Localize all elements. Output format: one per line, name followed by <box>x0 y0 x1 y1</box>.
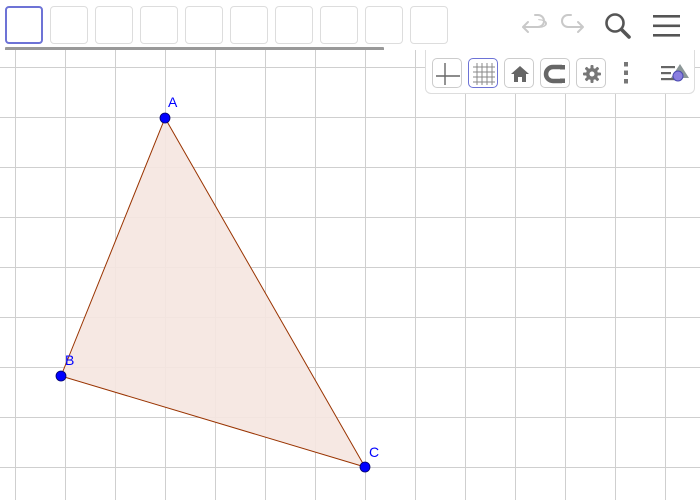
undo-button[interactable] <box>519 10 551 42</box>
point-A-label: A <box>168 94 178 110</box>
point-capturing-button[interactable] <box>540 58 570 88</box>
grid-icon <box>473 63 495 85</box>
search-icon <box>605 13 631 39</box>
tool-slot-6[interactable] <box>230 6 268 44</box>
more-vertical-icon <box>624 62 628 84</box>
grid-toggle-button[interactable] <box>468 58 498 88</box>
gear-icon <box>583 65 601 83</box>
main-menu-button[interactable] <box>650 10 682 42</box>
point-C[interactable] <box>359 461 371 473</box>
redo-icon <box>561 14 584 33</box>
polygon-ABC[interactable] <box>60 116 367 468</box>
tool-slot-5[interactable] <box>185 6 223 44</box>
tool-slot-8[interactable] <box>320 6 358 44</box>
search-button[interactable] <box>602 10 634 42</box>
magnet-icon <box>543 64 565 84</box>
tool-slot-7[interactable] <box>275 6 313 44</box>
tool-slot-4[interactable] <box>140 6 178 44</box>
graphics-settings-button[interactable] <box>576 58 606 88</box>
construction-layer: A B C <box>55 94 379 473</box>
more-options-button[interactable] <box>616 58 636 88</box>
axes-toggle-button[interactable] <box>432 58 462 88</box>
toolbar <box>0 0 700 51</box>
menu-icon <box>653 15 680 37</box>
point-B[interactable] <box>55 370 67 382</box>
point-A[interactable] <box>159 112 171 124</box>
point-B-label: B <box>65 352 74 368</box>
standard-view-button[interactable] <box>504 58 534 88</box>
tool-slot-1[interactable] <box>5 6 43 44</box>
redo-button[interactable] <box>555 10 587 42</box>
tool-slot-2[interactable] <box>50 6 88 44</box>
axes-icon <box>436 63 460 85</box>
style-bar <box>425 50 695 94</box>
style-bar-toggle-icon <box>661 64 689 82</box>
home-icon <box>511 66 529 82</box>
undo-icon <box>522 14 547 33</box>
graphics-view[interactable]: A B C <box>0 50 700 500</box>
tool-slot-10[interactable] <box>410 6 448 44</box>
tool-slot-3[interactable] <box>95 6 133 44</box>
point-C-label: C <box>369 444 379 460</box>
style-bar-toggle-button[interactable] <box>658 58 692 88</box>
tool-slot-9[interactable] <box>365 6 403 44</box>
